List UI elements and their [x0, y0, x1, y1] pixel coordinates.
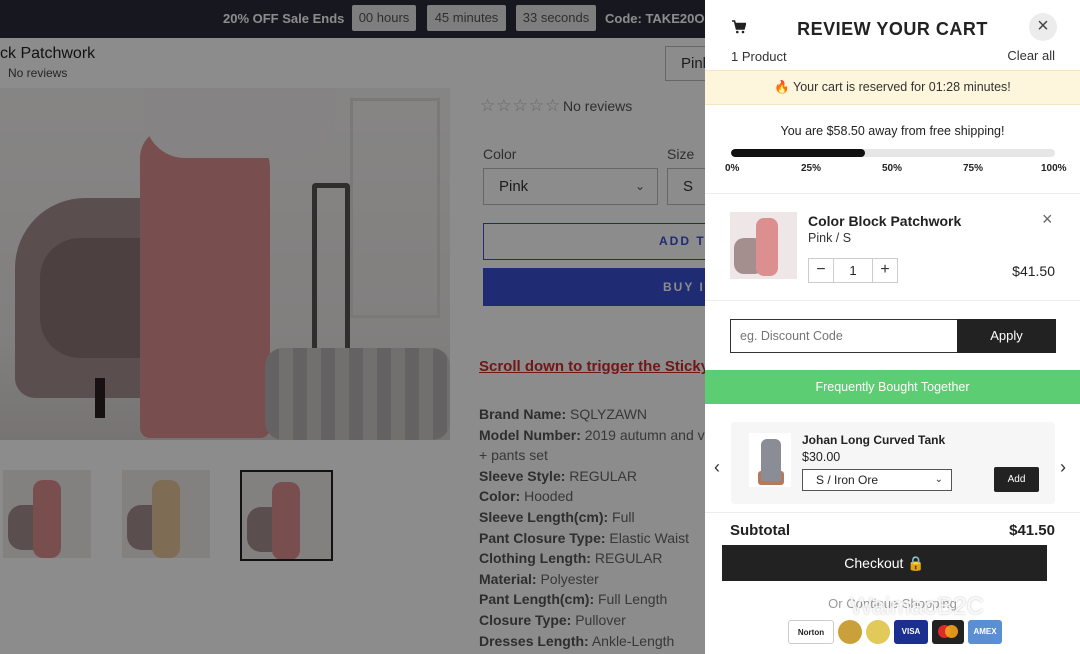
- watermark-logo: WaimaoB2C: [850, 593, 984, 620]
- quantity-stepper: − 1 +: [808, 258, 898, 283]
- progress-ticks: 0% 25% 50% 75% 100%: [725, 163, 1068, 177]
- free-shipping-message: You are $58.50 away from free shipping!: [780, 124, 1005, 138]
- recommended-product-image[interactable]: [749, 433, 791, 487]
- quantity-value[interactable]: 1: [834, 259, 872, 282]
- cart-item-variant: Pink / S: [808, 231, 852, 245]
- close-icon[interactable]: ×: [1029, 13, 1057, 41]
- checkout-button[interactable]: Checkout 🔒: [722, 545, 1047, 581]
- apply-discount-button[interactable]: Apply: [957, 319, 1056, 353]
- visa-icon: VISA: [894, 620, 928, 644]
- guarantee-seal-icon: [866, 620, 890, 644]
- dim-overlay[interactable]: [0, 0, 705, 654]
- frequently-bought-header: Frequently Bought Together: [705, 370, 1080, 404]
- add-recommended-button[interactable]: Add: [994, 467, 1039, 492]
- remove-item-icon[interactable]: ×: [1042, 209, 1053, 230]
- cart-drawer: REVIEW YOUR CART × 1 Product Clear all 🔥…: [705, 0, 1080, 654]
- divider: [705, 512, 1080, 513]
- reservation-banner: 🔥 Your cart is reserved for 01:28 minute…: [705, 70, 1080, 105]
- tick-0: 0%: [725, 163, 740, 174]
- cart-item-name[interactable]: Color Block Patchwork: [808, 213, 961, 229]
- mastercard-icon: [932, 620, 964, 644]
- shipping-progress-fill: [731, 149, 866, 157]
- discount-code-input[interactable]: [730, 319, 958, 353]
- divider: [705, 193, 1080, 194]
- chevron-left-icon[interactable]: ‹: [714, 457, 720, 478]
- recommended-product-price: $30.00: [802, 450, 841, 464]
- tick-50: 50%: [882, 163, 903, 174]
- chevron-down-icon: ⌄: [934, 474, 943, 485]
- cart-item-image[interactable]: [730, 212, 797, 279]
- recommended-product-name[interactable]: Johan Long Curved Tank: [802, 433, 945, 447]
- tick-75: 75%: [963, 163, 984, 174]
- subtotal-label: Subtotal: [730, 522, 790, 539]
- amex-icon: AMEX: [968, 620, 1002, 644]
- divider: [705, 300, 1080, 301]
- shipping-progress-bar: [731, 149, 1055, 157]
- secure-seal-icon: [838, 620, 862, 644]
- recommended-variant-value: S / Iron Ore: [816, 473, 879, 487]
- minus-icon[interactable]: −: [809, 259, 834, 282]
- subtotal-value: $41.50: [1009, 522, 1055, 539]
- cart-title: REVIEW YOUR CART: [797, 19, 988, 39]
- tick-100: 100%: [1041, 163, 1067, 174]
- plus-icon[interactable]: +: [872, 259, 897, 282]
- tick-25: 25%: [801, 163, 822, 174]
- norton-badge-icon: Norton: [788, 620, 834, 644]
- cart-item-count: 1 Product: [731, 49, 787, 64]
- recommended-variant-select[interactable]: S / Iron Ore ⌄: [802, 469, 952, 491]
- cart-item-price: $41.50: [1012, 263, 1055, 279]
- chevron-right-icon[interactable]: ›: [1060, 457, 1066, 478]
- clear-all-button[interactable]: Clear all: [1007, 48, 1055, 63]
